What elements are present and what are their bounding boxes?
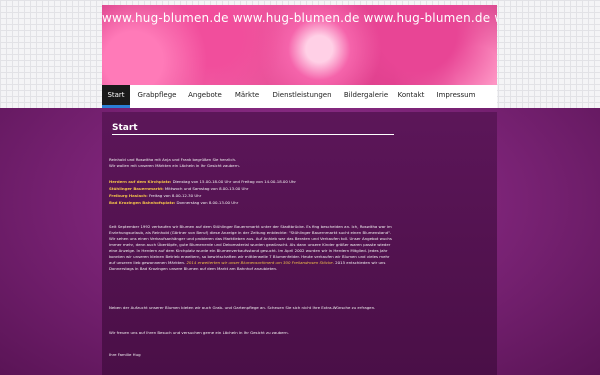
nav-item-maerkte[interactable]: Märkte <box>230 85 264 108</box>
nav-item-impressum[interactable]: Impressum <box>432 85 480 108</box>
market-herdern: Herdern auf dem Kirchplatz: Dienstag von… <box>109 179 409 185</box>
market-name: Herdern auf dem Kirchplatz: <box>109 179 172 184</box>
market-name: Stühlinger Bauernmarkt: <box>109 186 164 191</box>
nav-item-start[interactable]: Start <box>102 85 130 108</box>
market-bad-krozingen: Bad Krozingen Bahnhofsplatz: Donnerstag … <box>109 200 409 206</box>
intro-line-2: Wir wollen mit unseren Märkten ein Läche… <box>109 163 240 168</box>
main-nav: Start Grabpflege Angebote Märkte Dienstl… <box>102 85 497 108</box>
nav-item-kontakt[interactable]: Kontakt <box>394 85 428 108</box>
history-paragraph: Seit September 1992 verkaufen wir Blumen… <box>109 224 394 272</box>
market-name: Freiburg Haslach: <box>109 193 148 198</box>
market-name: Bad Krozingen Bahnhofsplatz: <box>109 200 176 205</box>
market-haslach: Freiburg Haslach: Freitag von 8.00-12.30… <box>109 193 409 199</box>
market-times: Mittwoch und Samstag von 8.00-13.00 Uhr <box>163 186 249 191</box>
nav-item-angebote[interactable]: Angebote <box>184 85 226 108</box>
market-times: Donnerstag von 8.00-13.00 Uhr <box>175 200 239 205</box>
services-paragraph: Neben der Aufzucht unserer Blumen bieten… <box>109 305 376 310</box>
header-banner: www.hug-blumen.de www.hug-blumen.de www.… <box>102 5 497 85</box>
market-stuehlinger: Stühlinger Bauernmarkt: Mittwoch und Sam… <box>109 186 409 192</box>
nav-item-grabpflege[interactable]: Grabpflege <box>134 85 180 108</box>
main-content: Start Reinhold und Roswitha mit Anja und… <box>102 112 497 375</box>
page-title: Start <box>112 124 394 135</box>
history-text: Seit September 1992 verkaufen wir Blumen… <box>109 224 392 265</box>
signature: Ihre Familie Hug <box>109 352 141 357</box>
nav-item-dienstleistungen[interactable]: Dienstleistungen <box>268 85 336 108</box>
closing-line: Wir freuen uns auf Ihren Besuch und vers… <box>109 330 289 335</box>
market-times: Dienstag von 15.00-18.00 Uhr und Freitag… <box>171 179 297 184</box>
market-times: Freitag von 8.00-12.30 Uhr <box>147 193 202 198</box>
history-roses-highlight: 2014 erweiterten wir unser Blumensortime… <box>185 260 334 265</box>
banner-url-text: www.hug-blumen.de www.hug-blumen.de www.… <box>102 11 497 25</box>
nav-item-bildergalerie[interactable]: Bildergalerie <box>338 85 394 108</box>
